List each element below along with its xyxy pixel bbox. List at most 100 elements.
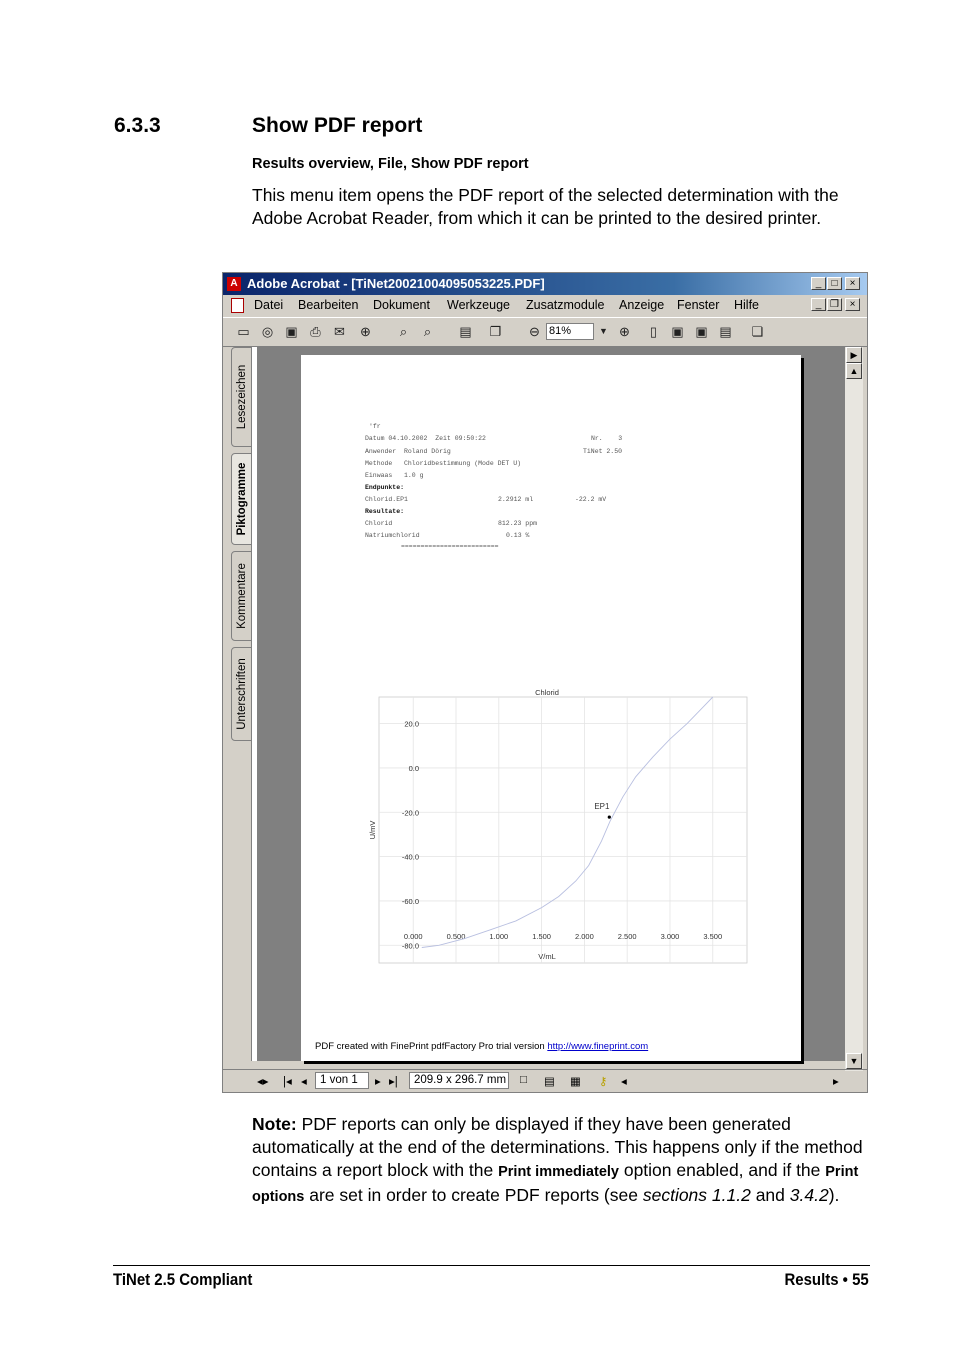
zoom-in-icon[interactable]: ⊕ <box>616 323 633 340</box>
section-reference: sections 1.1.2 <box>642 1185 751 1205</box>
x-tick-label: 0.000 <box>404 932 423 941</box>
page-layout-icon[interactable]: ◂▸ <box>257 1074 269 1088</box>
zoom-dropdown-icon[interactable]: ▼ <box>595 323 612 340</box>
search-icon[interactable]: ⌕ <box>419 323 436 340</box>
plot-frame <box>378 696 748 964</box>
footer-product: TiNet 2.5 Compliant <box>113 1270 253 1289</box>
note-paragraph: Note: PDF reports can only be displayed … <box>252 1114 863 1205</box>
hscroll-left-icon[interactable]: ◂ <box>621 1074 627 1088</box>
actual-size-icon[interactable]: ▯ <box>645 323 662 340</box>
pages-icon[interactable]: ❐ <box>487 323 504 340</box>
last-page-icon[interactable]: ▸| <box>389 1074 398 1088</box>
document-icon <box>231 298 244 313</box>
doc-restore-icon[interactable]: ❐ <box>827 298 842 311</box>
rotate-icon[interactable]: ❏ <box>749 323 766 340</box>
x-tick-label: 3.000 <box>661 932 680 941</box>
tab-kommentare[interactable]: Kommentare <box>231 551 253 641</box>
page-counter[interactable]: 1 von 1 <box>315 1072 369 1089</box>
y-tick-label: 0.0 <box>409 764 419 773</box>
email-icon[interactable]: ✉ <box>331 323 348 340</box>
document-view: 'fr Datum 04.10.2002 Zeit 09:50:22 Nr. 3… <box>257 347 845 1061</box>
toolbar: ▭ ◎ ▣ ⎙ ✉ ⊕ ⌕ ⌕ ▤ ❐ ⊖ 81% ▼ ⊕ ▯ ▣ ▣ ▤ ❏ <box>223 317 867 347</box>
chart-title: Chlorid <box>535 688 559 697</box>
menu-bearbeiten[interactable]: Bearbeiten <box>298 298 358 312</box>
section-number: 6.3.3 <box>114 114 161 137</box>
hscroll-right-icon[interactable]: ▸ <box>833 1074 839 1088</box>
tab-lesezeichen[interactable]: Lesezeichen <box>231 347 253 447</box>
doc-minimize-icon[interactable]: _ <box>811 298 826 311</box>
maximize-icon[interactable]: □ <box>827 277 842 290</box>
x-tick-label: 2.500 <box>618 932 637 941</box>
x-tick-label: 1.500 <box>532 932 551 941</box>
fit-visible-icon[interactable]: ▤ <box>717 323 734 340</box>
scroll-down-icon[interactable]: ▼ <box>846 1053 862 1069</box>
note-label: Note: <box>252 1114 297 1134</box>
share-icon[interactable]: ⊕ <box>357 323 374 340</box>
y-tick-label: 20.0 <box>404 720 419 729</box>
menu-anzeige[interactable]: Anzeige <box>619 298 664 312</box>
next-page-icon[interactable]: ▶ <box>846 347 862 363</box>
acrobat-icon: A <box>227 277 241 291</box>
section-reference: 3.4.2 <box>789 1185 829 1205</box>
minimize-icon[interactable]: _ <box>811 277 826 290</box>
find-icon[interactable]: ⌕ <box>395 323 412 340</box>
title-bar: A Adobe Acrobat - [TiNet2002100409505322… <box>223 273 867 295</box>
print-icon[interactable]: ⎙ <box>307 323 324 340</box>
scroll-up-icon[interactable]: ▲ <box>846 363 862 379</box>
menu-dokument[interactable]: Dokument <box>373 298 430 312</box>
menu-hilfe[interactable]: Hilfe <box>734 298 759 312</box>
tab-piktogramme[interactable]: Piktogramme <box>231 453 253 545</box>
page-size: 209.9 x 296.7 mm <box>409 1072 509 1089</box>
fineprint-link[interactable]: http://www.fineprint.com <box>547 1041 648 1052</box>
vertical-scrollbar[interactable]: ▶ ▲ ▼ <box>845 347 863 1071</box>
y-axis-label: U/mV <box>368 821 377 840</box>
menu-zusatzmodule[interactable]: Zusatzmodule <box>526 298 605 312</box>
footer-rule <box>113 1265 870 1266</box>
navigation-tabs: Lesezeichen Piktogramme Kommentare Unter… <box>229 347 253 1062</box>
status-bar: ◂▸ |◂ ◂ 1 von 1 ▸ ▸| 209.9 x 296.7 mm □ … <box>223 1069 867 1092</box>
zoom-out-icon[interactable]: ⊖ <box>526 323 543 340</box>
x-tick-label: 0.500 <box>447 932 466 941</box>
fit-page-icon[interactable]: ▣ <box>669 323 686 340</box>
acrobat-window: A Adobe Acrobat - [TiNet2002100409505322… <box>222 272 868 1093</box>
key-icon: ⚷ <box>599 1076 608 1088</box>
web-icon[interactable]: ◎ <box>259 323 276 340</box>
menu-fenster[interactable]: Fenster <box>677 298 719 312</box>
open-icon[interactable]: ▭ <box>235 323 252 340</box>
series-line <box>421 696 714 948</box>
menu-datei[interactable]: Datei <box>254 298 283 312</box>
next-page-btn-icon[interactable]: ▸ <box>375 1074 381 1088</box>
window-title: Adobe Acrobat - [TiNet20021004095053225.… <box>247 276 545 291</box>
close-icon[interactable]: × <box>845 277 860 290</box>
x-axis-label: V/mL <box>538 952 556 961</box>
doc-close-icon[interactable]: × <box>845 298 860 311</box>
prev-page-icon[interactable]: ◂ <box>301 1074 307 1088</box>
navpane-icon[interactable]: ▤ <box>457 323 474 340</box>
pdf-page: 'fr Datum 04.10.2002 Zeit 09:50:22 Nr. 3… <box>301 355 801 1061</box>
first-page-icon[interactable]: |◂ <box>283 1074 292 1088</box>
fit-width-icon[interactable]: ▣ <box>693 323 710 340</box>
zoom-field[interactable]: 81% <box>546 323 594 340</box>
y-tick-label: -80.0 <box>402 941 419 950</box>
section-title: Show PDF report <box>252 114 423 137</box>
option-print-immediately: Print immediately <box>498 1164 619 1180</box>
menu-path: Results overview, File, Show PDF report <box>252 156 529 172</box>
continuous-icon[interactable]: ▤ <box>544 1074 555 1088</box>
ep1-label: EP1 <box>594 802 610 811</box>
tab-unterschriften[interactable]: Unterschriften <box>231 647 253 741</box>
y-tick-label: -60.0 <box>402 897 419 906</box>
menu-werkzeuge[interactable]: Werkzeuge <box>447 298 510 312</box>
menu-bar: Datei Bearbeiten Dokument Werkzeuge Zusa… <box>223 295 867 315</box>
ep1-point <box>607 815 611 819</box>
x-tick-label: 2.000 <box>575 932 594 941</box>
pdf-factory-note: PDF created with FinePrint pdfFactory Pr… <box>315 1041 649 1052</box>
single-page-icon[interactable]: □ <box>520 1074 527 1086</box>
footer-page: Results • 55 <box>784 1270 869 1289</box>
x-tick-label: 1.000 <box>489 932 508 941</box>
intro-paragraph: This menu item opens the PDF report of t… <box>252 185 839 228</box>
titration-chart: 0.000 0.500 1.000 1.500 2.000 2.500 3.000 3.500… <box>368 688 748 964</box>
facing-icon[interactable]: ▦ <box>570 1074 581 1088</box>
y-tick-label: -20.0 <box>402 808 419 817</box>
y-tick-label: -40.0 <box>402 853 419 862</box>
save-icon[interactable]: ▣ <box>283 323 300 340</box>
